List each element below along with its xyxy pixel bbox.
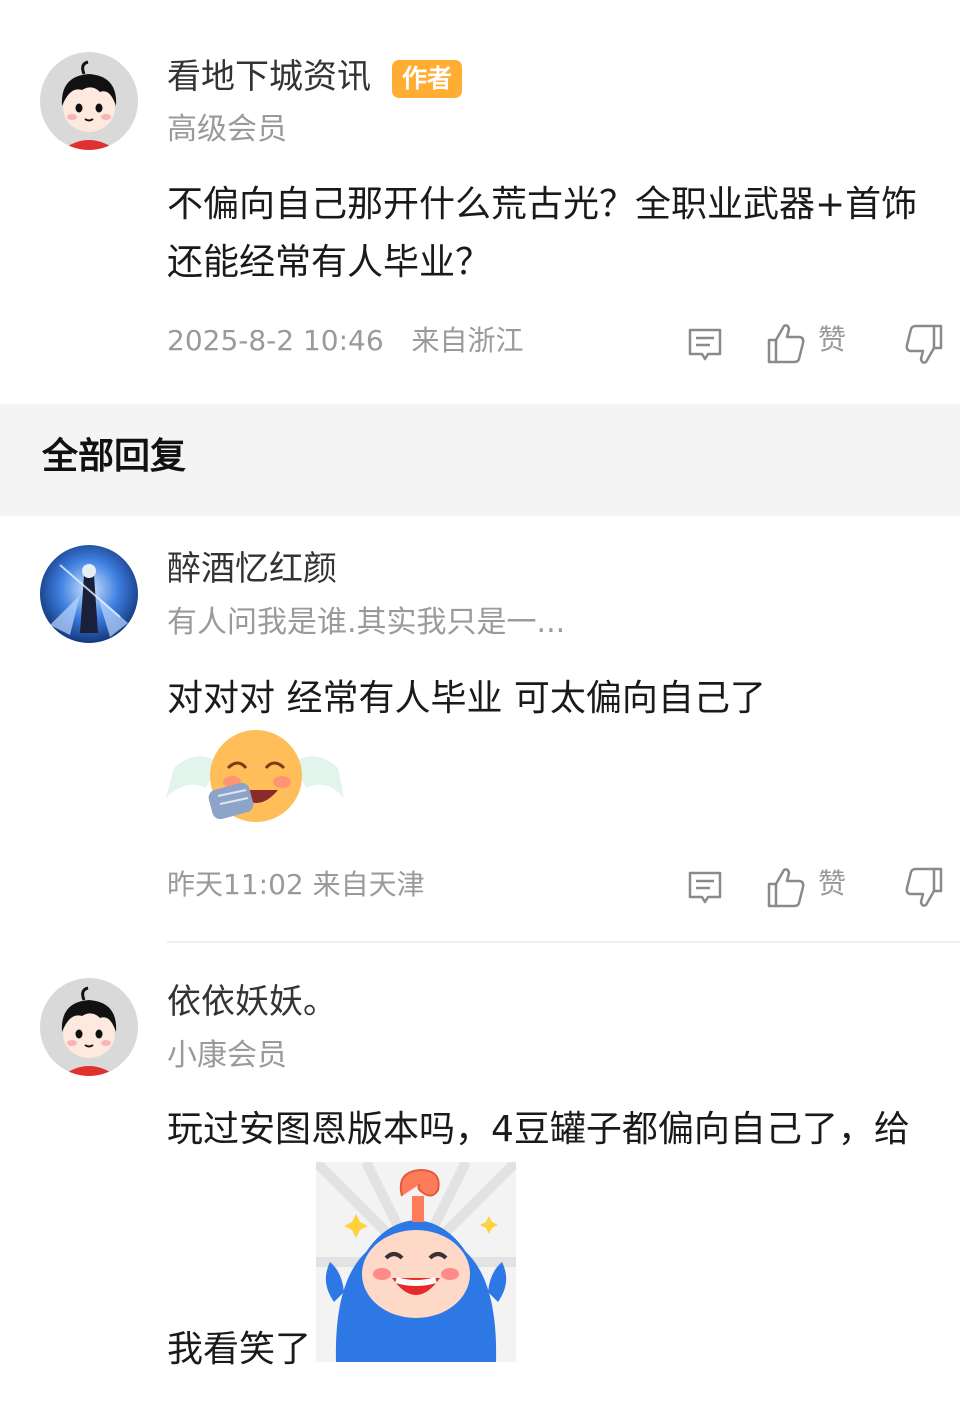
reply-content: 对对对 经常有人毕业 可太偏向自己了: [167, 678, 766, 719]
post-location: 来自浙江: [411, 324, 524, 357]
reply-author-level: 小康会员: [167, 1038, 287, 1073]
post-content: 不偏向自己那开什么荒古光？全职业武器+首饰 还能经常有人毕业？: [167, 176, 947, 292]
reply-location: 来自天津: [312, 868, 425, 901]
post-timestamp: 2025-8-2 10:46: [167, 324, 384, 357]
reply-avatar[interactable]: [40, 545, 138, 643]
reply-content-line1: 玩过安图恩版本吗，4豆罐子都偏向自己了，给: [167, 1109, 910, 1150]
post-dislike-button[interactable]: [904, 324, 944, 366]
reply-author-name[interactable]: 依依妖妖。: [167, 985, 337, 1019]
post-like-button[interactable]: 赞: [766, 322, 846, 364]
blue-mascot-laughing-sticker: [312, 1158, 520, 1366]
post-content-line1: 不偏向自己那开什么荒古光？全职业武器+首饰: [167, 184, 918, 225]
reply-meta: 昨天11:02 来自天津: [167, 871, 425, 899]
reply-timestamp: 昨天11:02: [167, 868, 304, 901]
author-name[interactable]: 看地下城资讯: [167, 60, 371, 94]
post-content-line2: 还能经常有人毕业？: [167, 242, 492, 283]
comment-icon: [688, 871, 722, 904]
reply-divider: [167, 941, 960, 943]
author-level: 高级会员: [167, 112, 287, 147]
reply-content-line2: 我看笑了: [167, 1329, 312, 1370]
author-avatar[interactable]: [40, 52, 138, 150]
post-meta: 2025-8-2 10:46 来自浙江: [167, 327, 524, 355]
reply-avatar[interactable]: [40, 978, 138, 1076]
reply-dislike-button[interactable]: [904, 867, 944, 909]
comment-icon: [688, 328, 722, 361]
thumbs-up-icon: [767, 324, 805, 364]
reply-author-signature: 有人问我是谁.其实我只是一...: [167, 605, 566, 640]
post-like-label: 赞: [818, 323, 847, 356]
author-badge: 作者: [392, 60, 463, 98]
reply-like-label: 赞: [818, 867, 847, 900]
thumbs-down-icon: [905, 867, 943, 907]
thumbs-down-icon: [905, 324, 943, 364]
reply-like-button[interactable]: 赞: [766, 866, 846, 908]
crying-laughing-emoji: [166, 728, 346, 828]
post-comment-button[interactable]: [686, 326, 724, 364]
reply-author-name[interactable]: 醉酒忆红颜: [167, 552, 337, 586]
reply-comment-button[interactable]: [686, 869, 724, 907]
thumbs-up-icon: [767, 868, 805, 908]
section-title: 全部回复: [42, 436, 187, 477]
